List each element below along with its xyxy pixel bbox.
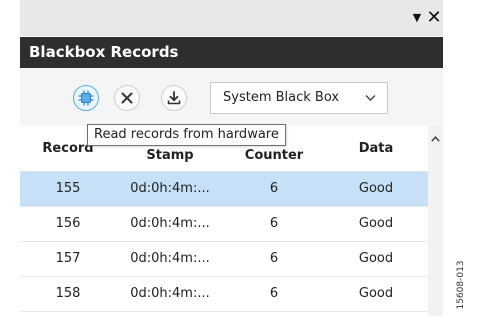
cell-record: 156 (55, 216, 81, 231)
select-value: System Black Box (223, 90, 340, 105)
cell-data: Good (358, 251, 394, 266)
table-row[interactable]: 157 0d:0h:4m:... 6 Good (20, 242, 428, 277)
title-bar: Blackbox Records (20, 37, 443, 68)
pin-dropdown-button[interactable]: ▼ (410, 8, 424, 28)
cancel-icon (121, 92, 133, 104)
panel-top-strip: ▼ ✕ (20, 0, 443, 36)
cell-stamp: 0d:0h:4m:... (130, 251, 210, 266)
cell-data: Good (358, 216, 394, 231)
panel-title: Blackbox Records (29, 43, 179, 61)
cell-stamp: 0d:0h:4m:... (130, 181, 210, 196)
column-header-data[interactable]: Data (324, 141, 428, 156)
blackbox-source-select[interactable]: System Black Box (210, 82, 388, 114)
cancel-button[interactable] (114, 85, 140, 111)
figure-reference-text: 15608-013 (456, 260, 466, 310)
column-header-data-text: Data (358, 141, 394, 156)
toolbar: System Black Box (20, 68, 443, 126)
cell-counter: 6 (269, 251, 279, 266)
figure-reference: 15608-013 (454, 258, 468, 318)
cell-record: 155 (55, 181, 81, 196)
table-row[interactable]: 156 0d:0h:4m:... 6 Good (20, 207, 428, 242)
vertical-scrollbar[interactable] (428, 126, 443, 316)
cell-stamp: 0d:0h:4m:... (130, 216, 210, 231)
cell-data: Good (358, 181, 394, 196)
blackbox-panel: ▼ ✕ Blackbox Records System Black Box Re… (20, 0, 443, 316)
column-header-stamp[interactable]: Stamp (116, 148, 224, 163)
scroll-up-arrow-icon[interactable] (431, 136, 440, 142)
table-row[interactable]: 155 0d:0h:4m:... 6 Good (20, 172, 428, 207)
column-header-counter-text: Counter (244, 148, 304, 163)
chevron-down-icon (365, 95, 376, 101)
column-header-record-text: Record (42, 141, 94, 156)
column-header-stamp-text: Stamp (146, 148, 194, 163)
close-button[interactable]: ✕ (426, 8, 442, 28)
read-records-button[interactable] (73, 85, 99, 111)
cell-counter: 6 (269, 181, 279, 196)
cell-record: 158 (55, 286, 81, 301)
cell-record: 157 (55, 251, 81, 266)
cell-data: Good (358, 286, 394, 301)
chip-icon (78, 90, 94, 106)
table-row[interactable]: 158 0d:0h:4m:... 6 Good (20, 277, 428, 312)
save-records-button[interactable] (161, 85, 187, 111)
cell-counter: 6 (269, 286, 279, 301)
cell-stamp: 0d:0h:4m:... (130, 286, 210, 301)
read-records-tooltip: Read records from hardware (87, 124, 286, 146)
cell-counter: 6 (269, 216, 279, 231)
column-header-counter[interactable]: Counter (224, 148, 324, 163)
download-icon (167, 91, 181, 105)
